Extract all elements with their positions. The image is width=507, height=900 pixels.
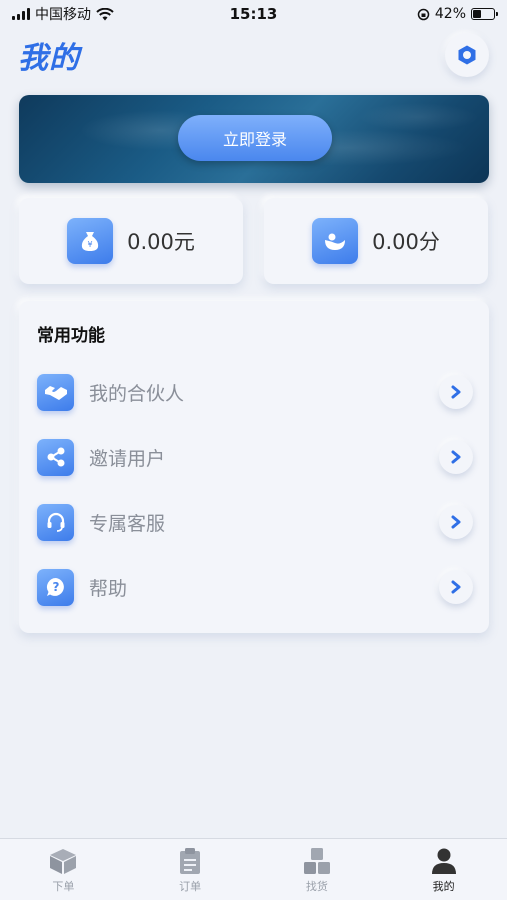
- svg-text:?: ?: [52, 580, 59, 594]
- chevron-right-icon[interactable]: [439, 505, 473, 539]
- orientation-lock-icon: [417, 8, 430, 20]
- headset-icon: [37, 503, 74, 541]
- chevron-right-icon[interactable]: [439, 375, 473, 409]
- box-icon: [50, 849, 77, 874]
- svg-text:¥: ¥: [88, 240, 93, 249]
- function-label: 邀请用户: [89, 447, 166, 470]
- handshake-icon: [37, 373, 74, 411]
- login-button[interactable]: 立即登录: [178, 115, 332, 161]
- tab-label: 找货: [305, 880, 328, 893]
- points-icon: [312, 218, 359, 264]
- share-icon: [37, 438, 74, 476]
- user-icon: [431, 848, 456, 874]
- points-card[interactable]: 0.00分: [264, 198, 488, 284]
- points-value: 0.00分: [372, 230, 440, 254]
- tab-label: 订单: [179, 880, 202, 893]
- status-bar: 中国移动 15:13 42%: [0, 0, 507, 28]
- balance-card[interactable]: ¥ 0.00元: [19, 198, 243, 284]
- wifi-icon: [96, 7, 114, 20]
- function-label: 我的合伙人: [89, 382, 185, 405]
- tab-find-goods[interactable]: 找货: [254, 839, 381, 900]
- balance-value: 0.00元: [127, 230, 195, 254]
- function-item-partners[interactable]: 我的合伙人: [19, 367, 489, 417]
- functions-title: 常用功能: [37, 326, 105, 346]
- settings-button[interactable]: [445, 33, 489, 77]
- signal-icon: [12, 8, 30, 20]
- battery-icon: [471, 8, 498, 20]
- help-icon: ?: [37, 568, 74, 606]
- gear-icon: [458, 45, 476, 65]
- function-item-support[interactable]: 专属客服: [19, 497, 489, 547]
- carrier-label: 中国移动: [35, 7, 91, 23]
- tab-me[interactable]: 我的: [380, 839, 507, 900]
- login-banner: 立即登录: [19, 95, 489, 183]
- clock: 15:13: [229, 5, 278, 23]
- tab-orders[interactable]: 订单: [127, 839, 254, 900]
- goods-icon: [303, 848, 330, 874]
- money-bag-icon: ¥: [67, 218, 114, 264]
- battery-percent: 42%: [434, 6, 466, 22]
- chevron-right-icon[interactable]: [439, 570, 473, 604]
- clipboard-icon: [180, 848, 201, 874]
- tab-order[interactable]: 下单: [0, 839, 127, 900]
- tab-label: 我的: [432, 880, 455, 893]
- tab-label: 下单: [52, 880, 75, 893]
- chevron-right-icon[interactable]: [439, 440, 473, 474]
- function-item-invite[interactable]: 邀请用户: [19, 432, 489, 482]
- page-title: 我的: [18, 41, 80, 76]
- functions-card: 常用功能 我的合伙人 邀请用户 专属客服 ? 帮助: [19, 301, 489, 633]
- header: 我的: [0, 30, 507, 80]
- function-item-help[interactable]: ? 帮助: [19, 562, 489, 612]
- tab-bar: 下单 订单 找货 我的: [0, 838, 507, 900]
- function-label: 帮助: [89, 577, 128, 600]
- function-label: 专属客服: [89, 512, 166, 535]
